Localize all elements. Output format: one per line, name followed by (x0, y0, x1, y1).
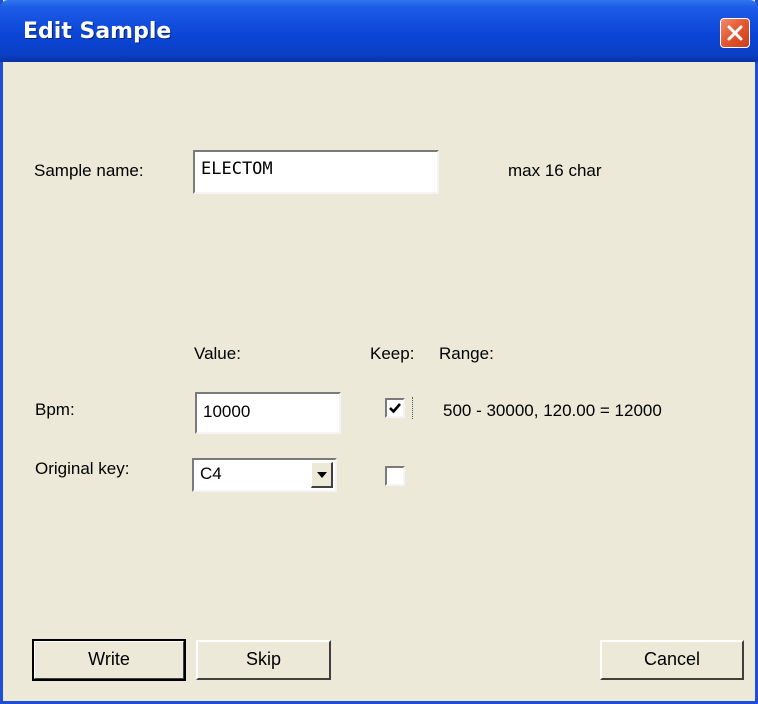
sample-name-hint: max 16 char (508, 161, 602, 180)
original-key-keep-checkbox[interactable] (385, 466, 405, 486)
title-bar[interactable]: Edit Sample (0, 0, 758, 62)
bpm-label: Bpm: (35, 400, 75, 419)
original-key-select[interactable]: C4 (192, 458, 337, 492)
keep-column-header: Keep: (370, 344, 415, 363)
focus-indicator (412, 397, 414, 419)
cancel-button[interactable]: Cancel (600, 640, 744, 680)
checkmark-icon (389, 403, 401, 414)
write-button[interactable]: Write (32, 639, 186, 681)
value-column-header: Value: (194, 344, 241, 363)
close-icon (727, 25, 743, 41)
bpm-range: 500 - 30000, 120.00 = 12000 (443, 401, 662, 420)
skip-button[interactable]: Skip (196, 640, 331, 680)
bpm-keep-checkbox[interactable] (385, 398, 405, 418)
original-key-label: Original key: (35, 459, 130, 478)
range-column-header: Range: (439, 344, 494, 363)
sample-name-label: Sample name: (34, 161, 144, 180)
sample-name-input[interactable]: ELECTOM (193, 150, 439, 194)
chevron-down-icon[interactable] (311, 462, 333, 488)
close-button[interactable] (720, 18, 750, 48)
window-title: Edit Sample (23, 19, 172, 44)
bpm-input[interactable]: 10000 (195, 392, 341, 434)
original-key-value: C4 (200, 464, 222, 483)
edit-sample-dialog: Edit Sample Sample name: ELECTOM max 16 … (0, 0, 758, 704)
